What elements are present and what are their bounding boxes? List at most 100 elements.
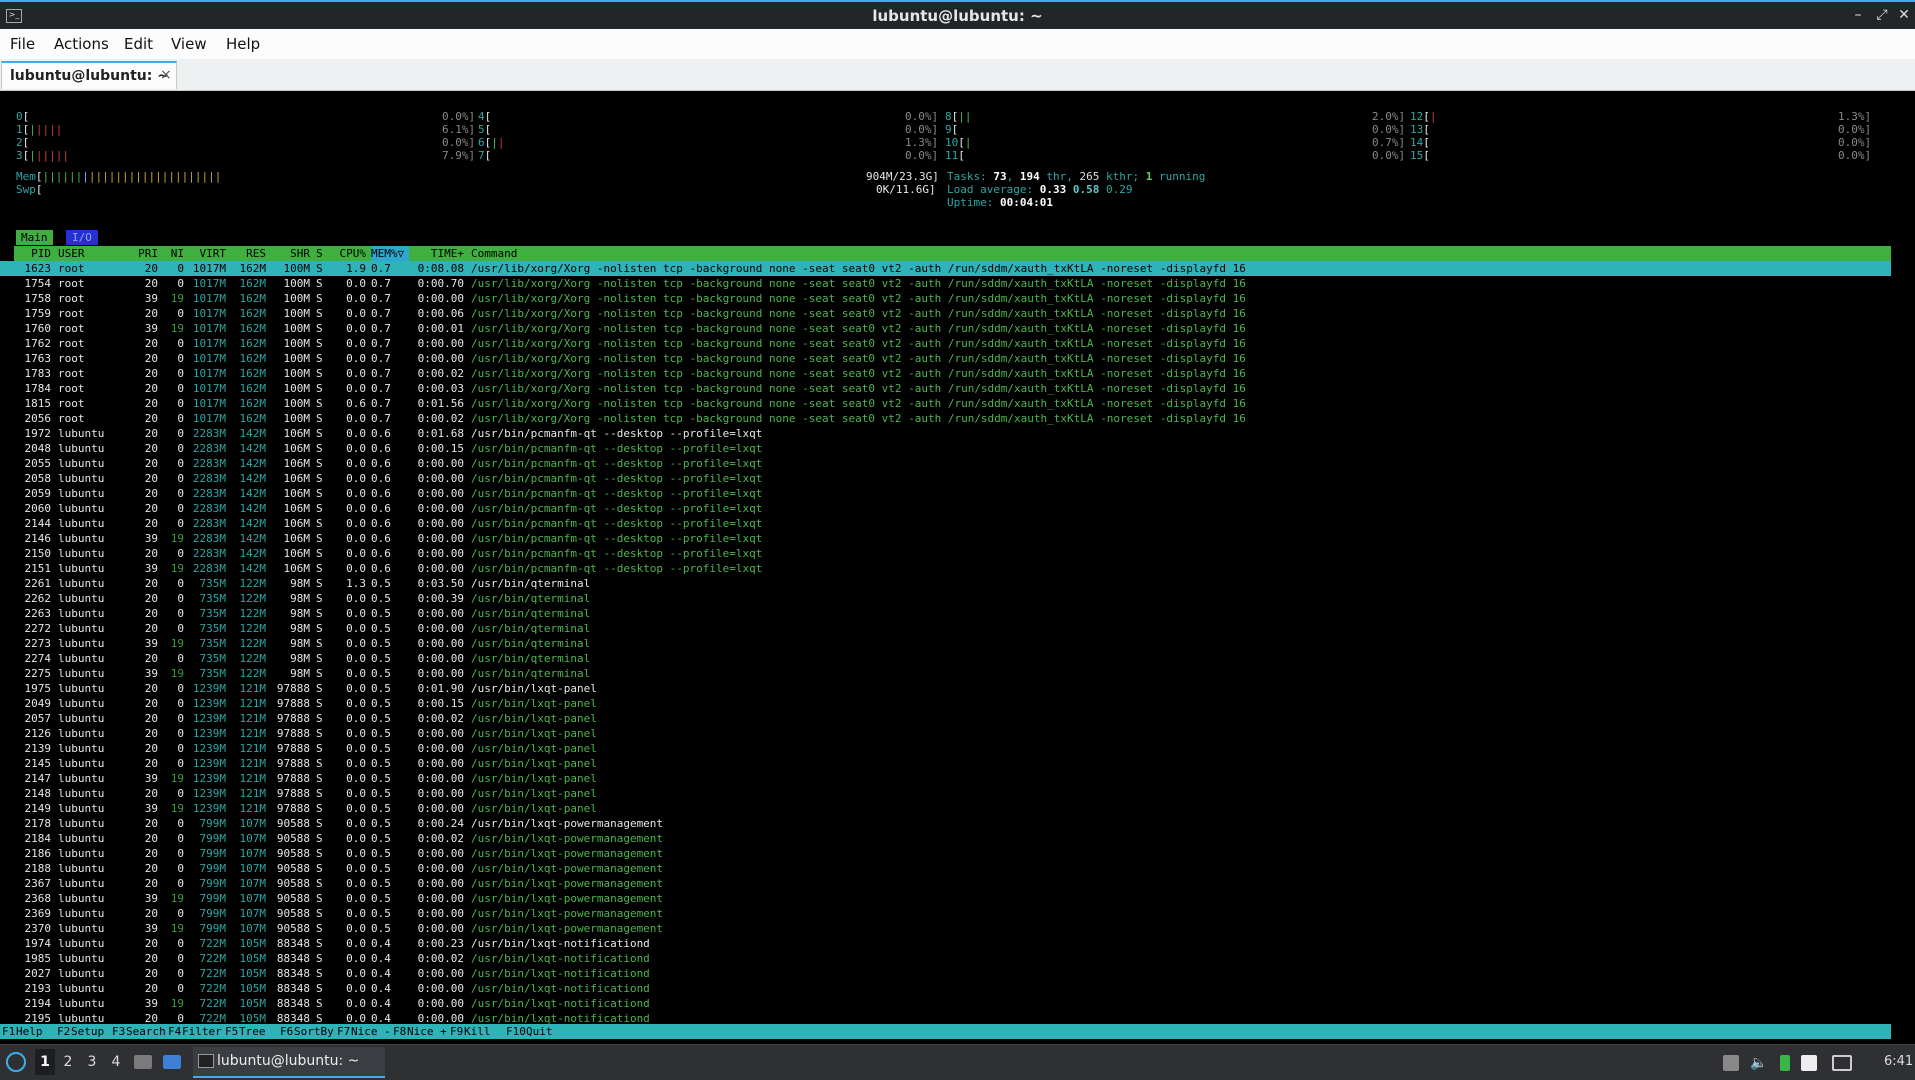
tab-terminal[interactable]: lubuntu@lubuntu: ~ × <box>1 61 177 89</box>
table-row[interactable]: 1759 root 20 0 1017M 162M 100M S 0.0 0.7 0:00.06/u… <box>0 306 1891 321</box>
fkey-label-f3[interactable]: Search <box>126 1024 166 1039</box>
table-row[interactable]: 2139 lubuntu 20 0 1239M 121M 97888 S 0.0 0.5 0:00.… <box>0 741 1891 756</box>
fkey-label-f5[interactable]: Tree <box>239 1024 279 1039</box>
volume-icon[interactable]: 🔈 <box>1750 1055 1767 1071</box>
table-row[interactable]: 2261 lubuntu 20 0 735M 122M 98M S 1.3 0.5 0:03.50 /… <box>0 576 1891 591</box>
workspace-3[interactable]: 3 <box>82 1054 102 1070</box>
menu-view[interactable]: View <box>171 35 207 53</box>
fkey-f1[interactable]: F1 <box>2 1024 15 1039</box>
column-header-command[interactable]: Command <box>471 246 1371 261</box>
table-row[interactable]: 2151 lubuntu 39 19 2283M 142M 106M S 0.0 0.6 0:00.… <box>0 561 1891 576</box>
table-row[interactable]: 1784 root 20 0 1017M 162M 100M S 0.0 0.7 0:00.03/u… <box>0 381 1891 396</box>
table-row[interactable]: 2369 lubuntu 20 0 799M 107M 90588 S 0.0 0.5 0:00.0… <box>0 906 1891 921</box>
table-row-selected[interactable]: 1623 root 20 0 1017M 162M 100M S 1.9 0.7 0:08.08/u… <box>0 261 1891 276</box>
column-header-res[interactable]: RES <box>228 246 266 261</box>
start-menu-icon[interactable] <box>6 1052 26 1072</box>
table-row[interactable]: 1762 root 20 0 1017M 162M 100M S 0.0 0.7 0:00.00/u… <box>0 336 1891 351</box>
table-row[interactable]: 2145 lubuntu 20 0 1239M 121M 97888 S 0.0 0.5 0:00.… <box>0 756 1891 771</box>
fkey-f3[interactable]: F3 <box>112 1024 125 1039</box>
table-row[interactable]: 1972 lubuntu 20 0 2283M 142M 106M S 0.0 0.6 0:01.6… <box>0 426 1891 441</box>
menu-actions[interactable]: Actions <box>54 35 109 53</box>
fkey-f9[interactable]: F9 <box>450 1024 463 1039</box>
table-row[interactable]: 2193 lubuntu 20 0 722M 105M 88348 S 0.0 0.4 0:00.0… <box>0 981 1891 996</box>
column-header-mem[interactable]: MEM%▽ <box>371 246 409 261</box>
table-row[interactable]: 2273 lubuntu 39 19 735M 122M 98M S 0.0 0.5 0:00.00… <box>0 636 1891 651</box>
tab-io[interactable]: I/O <box>66 230 98 245</box>
fkey-label-f2[interactable]: Setup <box>71 1024 111 1039</box>
workspace-2[interactable]: 2 <box>58 1054 78 1070</box>
table-row[interactable]: 2262 lubuntu 20 0 735M 122M 98M S 0.0 0.5 0:00.39 /… <box>0 591 1891 606</box>
menu-help[interactable]: Help <box>226 35 260 53</box>
table-row[interactable]: 2188 lubuntu 20 0 799M 107M 90588 S 0.0 0.5 0:00.0… <box>0 861 1891 876</box>
maximize-icon[interactable]: ⤢ <box>1873 6 1891 24</box>
tab-main[interactable]: Main <box>16 230 53 245</box>
table-row[interactable]: 1815 root 20 0 1017M 162M 100M S 0.6 0.7 0:01.56/u… <box>0 396 1891 411</box>
table-row[interactable]: 2150 lubuntu 20 0 2283M 142M 106M S 0.0 0.6 0:00.0… <box>0 546 1891 561</box>
table-row[interactable]: 2368 lubuntu 39 19 799M 107M 90588 S 0.0 0.5 0:00.… <box>0 891 1891 906</box>
close-icon[interactable]: ✕ <box>1895 6 1913 24</box>
column-header-pid[interactable]: PID <box>9 246 51 261</box>
show-desktop-icon[interactable] <box>163 1055 181 1069</box>
table-row[interactable]: 2048 lubuntu 20 0 2283M 142M 106M S 0.0 0.6 0:00.1… <box>0 441 1891 456</box>
table-row[interactable]: 2055 lubuntu 20 0 2283M 142M 106M S 0.0 0.6 0:00.0… <box>0 456 1891 471</box>
fkey-label-f1[interactable]: Help <box>16 1024 56 1039</box>
table-row[interactable]: 1975 lubuntu 20 0 1239M 121M 97888 S 0.0 0.5 0:01.… <box>0 681 1891 696</box>
process-table-header[interactable]: PID USER PRI NI VIRT RES SHR S CPU% MEM%▽ TIME+ Com… <box>14 246 1891 261</box>
table-row[interactable]: 2370 lubuntu 39 19 799M 107M 90588 S 0.0 0.5 0:00.… <box>0 921 1891 936</box>
fkey-label-f8[interactable]: Nice + <box>407 1024 447 1039</box>
table-row[interactable]: 1985 lubuntu 20 0 722M 105M 88348 S 0.0 0.4 0:00.0… <box>0 951 1891 966</box>
table-row[interactable]: 2194 lubuntu 39 19 722M 105M 88348 S 0.0 0.4 0:00.… <box>0 996 1891 1011</box>
table-row[interactable]: 2056 root 20 0 1017M 162M 100M S 0.0 0.7 0:00.02/u… <box>0 411 1891 426</box>
table-row[interactable]: 2049 lubuntu 20 0 1239M 121M 97888 S 0.0 0.5 0:00.… <box>0 696 1891 711</box>
file-manager-icon[interactable] <box>134 1055 152 1069</box>
table-row[interactable]: 1760 root 39 19 1017M 162M 100M S 0.0 0.7 0:00.01 /… <box>0 321 1891 336</box>
fkey-f4[interactable]: F4 <box>168 1024 181 1039</box>
column-header-ni[interactable]: NI <box>160 246 184 261</box>
column-header-shr[interactable]: SHR <box>268 246 310 261</box>
fkey-label-f4[interactable]: Filter <box>182 1024 222 1039</box>
table-row[interactable]: 2263 lubuntu 20 0 735M 122M 98M S 0.0 0.5 0:00.00 /… <box>0 606 1891 621</box>
table-row[interactable]: 2274 lubuntu 20 0 735M 122M 98M S 0.0 0.5 0:00.00 /… <box>0 651 1891 666</box>
menu-file[interactable]: File <box>10 35 35 53</box>
clipboard-icon[interactable] <box>1723 1055 1739 1071</box>
menu-edit[interactable]: Edit <box>124 35 153 53</box>
fkey-label-f10[interactable]: Quit <box>526 1024 566 1039</box>
table-row[interactable]: 2186 lubuntu 20 0 799M 107M 90588 S 0.0 0.5 0:00.0… <box>0 846 1891 861</box>
display-icon[interactable] <box>1832 1055 1852 1071</box>
table-row[interactable]: 2148 lubuntu 20 0 1239M 121M 97888 S 0.0 0.5 0:00.… <box>0 786 1891 801</box>
window-titlebar[interactable]: >_ lubuntu@lubuntu: ~ – ⤢ ✕ <box>0 0 1915 29</box>
table-row[interactable]: 2149 lubuntu 39 19 1239M 121M 97888 S 0.0 0.5 0:00… <box>0 801 1891 816</box>
table-row[interactable]: 2058 lubuntu 20 0 2283M 142M 106M S 0.0 0.6 0:00.0… <box>0 471 1891 486</box>
taskbar-window-button[interactable]: lubuntu@lubuntu: ~ <box>193 1047 385 1078</box>
fkey-f5[interactable]: F5 <box>225 1024 238 1039</box>
table-row[interactable]: 1974 lubuntu 20 0 722M 105M 88348 S 0.0 0.4 0:00.2… <box>0 936 1891 951</box>
column-header-cpu[interactable]: CPU% <box>330 246 367 261</box>
table-row[interactable]: 2059 lubuntu 20 0 2283M 142M 106M S 0.0 0.6 0:00.0… <box>0 486 1891 501</box>
table-row[interactable]: 2060 lubuntu 20 0 2283M 142M 106M S 0.0 0.6 0:00.0… <box>0 501 1891 516</box>
workspace-1[interactable]: 1 <box>35 1049 55 1075</box>
table-row[interactable]: 1758 root 39 19 1017M 162M 100M S 0.0 0.7 0:00.00 /… <box>0 291 1891 306</box>
fkey-label-f9[interactable]: Kill <box>464 1024 504 1039</box>
table-row[interactable]: 2272 lubuntu 20 0 735M 122M 98M S 0.0 0.5 0:00.00 /… <box>0 621 1891 636</box>
table-row[interactable]: 2027 lubuntu 20 0 722M 105M 88348 S 0.0 0.4 0:00.0… <box>0 966 1891 981</box>
fkey-f8[interactable]: F8 <box>393 1024 406 1039</box>
fkey-f10[interactable]: F10 <box>506 1024 526 1039</box>
table-row[interactable]: 2147 lubuntu 39 19 1239M 121M 97888 S 0.0 0.5 0:00… <box>0 771 1891 786</box>
table-row[interactable]: 2367 lubuntu 20 0 799M 107M 90588 S 0.0 0.5 0:00.0… <box>0 876 1891 891</box>
column-header-time[interactable]: TIME+ <box>410 246 464 261</box>
table-row[interactable]: 2126 lubuntu 20 0 1239M 121M 97888 S 0.0 0.5 0:00.… <box>0 726 1891 741</box>
table-row[interactable]: 1763 root 20 0 1017M 162M 100M S 0.0 0.7 0:00.00/u… <box>0 351 1891 366</box>
table-row[interactable]: 2178 lubuntu 20 0 799M 107M 90588 S 0.0 0.5 0:00.2… <box>0 816 1891 831</box>
table-row[interactable]: 2057 lubuntu 20 0 1239M 121M 97888 S 0.0 0.5 0:00.… <box>0 711 1891 726</box>
fkey-label-f7[interactable]: Nice - <box>351 1024 391 1039</box>
fkey-f7[interactable]: F7 <box>337 1024 350 1039</box>
battery-icon[interactable] <box>1780 1055 1790 1071</box>
column-header-pri[interactable]: PRI <box>126 246 158 261</box>
minimize-icon[interactable]: – <box>1849 6 1867 24</box>
table-row[interactable]: 1783 root 20 0 1017M 162M 100M S 0.0 0.7 0:00.02/u… <box>0 366 1891 381</box>
table-row[interactable]: 1754 root 20 0 1017M 162M 100M S 0.0 0.7 0:00.70/u… <box>0 276 1891 291</box>
table-row[interactable]: 2144 lubuntu 20 0 2283M 142M 106M S 0.0 0.6 0:00.0… <box>0 516 1891 531</box>
fkey-f6[interactable]: F6 <box>280 1024 293 1039</box>
fkey-label-f6[interactable]: SortBy <box>294 1024 334 1039</box>
tab-close-icon[interactable]: × <box>160 67 172 83</box>
